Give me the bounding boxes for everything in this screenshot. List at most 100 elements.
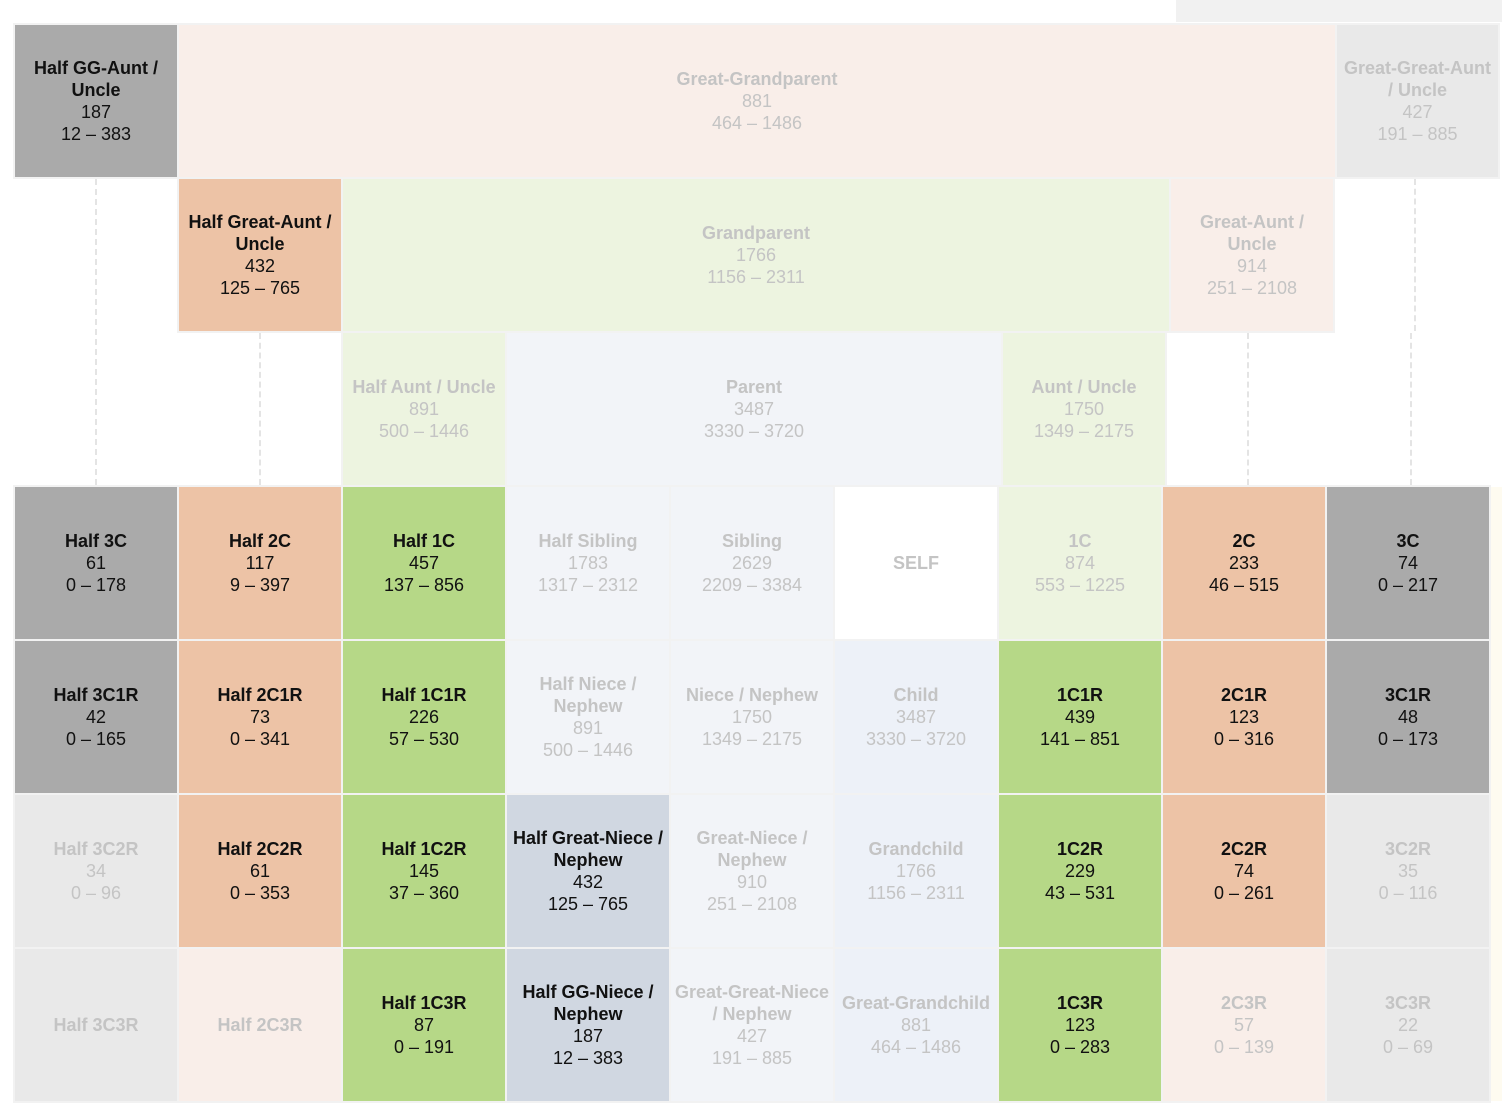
cell-half-aunt-uncle: Half Aunt / Uncle 891 500 – 1446	[341, 331, 507, 487]
cell-name: Half 1C3R	[381, 993, 467, 1013]
cell-sibling: Sibling 2629 2209 – 3384	[669, 485, 835, 641]
cell-range-cm: 0 – 96	[70, 883, 122, 903]
cell-great-great-aunt-uncle: Great-Great-Aunt / Uncle 427 191 – 885	[1335, 23, 1500, 179]
cell-range-cm: 0 – 69	[1382, 1037, 1434, 1057]
cell-average-cm: 123	[1228, 707, 1260, 727]
cell-range-cm: 0 – 353	[229, 883, 291, 903]
cell-range-cm: 37 – 360	[388, 883, 460, 903]
cell-3c: 3C 74 0 – 217	[1325, 485, 1491, 641]
cell-name: 2C1R	[1220, 685, 1268, 705]
cell-name: 1C3R	[1056, 993, 1104, 1013]
connector-line	[259, 333, 261, 485]
cell-name: Half GG-Niece / Nephew	[522, 982, 654, 1024]
cell-name: Half 2C	[228, 531, 291, 551]
right-edge-strip	[1491, 487, 1502, 1101]
cell-half-gg-niece-nephew: Half GG-Niece / Nephew 187 12 – 383	[505, 947, 671, 1103]
cell-name: Half Niece / Nephew	[539, 674, 637, 716]
cell-half-gg-aunt-uncle: Half GG-Aunt / Uncle 187 12 – 383	[13, 23, 179, 179]
cell-name: Aunt / Uncle	[1031, 377, 1137, 397]
cell-grandchild: Grandchild 1766 1156 – 2311	[833, 793, 999, 949]
cell-name: 1C1R	[1056, 685, 1104, 705]
cell-name: 2C	[1232, 531, 1256, 551]
cell-name: Half Great-Aunt / Uncle	[188, 212, 332, 254]
cell-average-cm: 22	[1397, 1015, 1419, 1035]
cell-name: Half 2C3R	[217, 1015, 303, 1035]
cell-range-cm: 3330 – 3720	[703, 421, 805, 441]
cell-range-cm: 125 – 765	[219, 278, 301, 298]
cell-great-great-niece-nephew: Great-Great-Niece / Nephew 427 191 – 885	[669, 947, 835, 1103]
connector-line	[95, 179, 97, 485]
cell-name: 3C1R	[1384, 685, 1432, 705]
cell-1c: 1C 874 553 – 1225	[997, 485, 1163, 641]
cell-average-cm: 3487	[733, 399, 775, 419]
cell-half-2c1r: Half 2C1R 73 0 – 341	[177, 639, 343, 795]
top-strip	[1176, 0, 1502, 22]
cell-range-cm: 125 – 765	[547, 894, 629, 914]
cell-1c1r: 1C1R 439 141 – 851	[997, 639, 1163, 795]
cell-range-cm: 0 – 173	[1377, 729, 1439, 749]
cell-range-cm: 0 – 116	[1378, 883, 1438, 903]
cell-average-cm: 35	[1397, 861, 1419, 881]
cell-average-cm: 1766	[735, 245, 777, 265]
cell-name: Great-Niece / Nephew	[696, 828, 808, 870]
cell-average-cm: 87	[413, 1015, 435, 1035]
cell-half-3c3r: Half 3C3R	[13, 947, 179, 1103]
cell-great-grandchild: Great-Grandchild 881 464 – 1486	[833, 947, 999, 1103]
cell-range-cm: 0 – 165	[65, 729, 127, 749]
cell-name: 3C2R	[1384, 839, 1432, 859]
cell-range-cm: 191 – 885	[1377, 124, 1458, 144]
cell-parent: Parent 3487 3330 – 3720	[505, 331, 1003, 487]
cell-half-2c: Half 2C 117 9 – 397	[177, 485, 343, 641]
cell-average-cm: 1766	[895, 861, 937, 881]
cell-average-cm: 34	[85, 861, 107, 881]
cell-2c: 2C 233 46 – 515	[1161, 485, 1327, 641]
cell-self: SELF	[833, 485, 999, 641]
cell-range-cm: 553 – 1225	[1034, 575, 1126, 595]
cell-name: Half Sibling	[538, 531, 638, 551]
cell-great-aunt-uncle: Great-Aunt / Uncle 914 251 – 2108	[1169, 177, 1335, 333]
cell-average-cm: 74	[1233, 861, 1255, 881]
cell-name: Great-Great-Niece / Nephew	[674, 982, 830, 1024]
cell-average-cm: 233	[1228, 553, 1260, 573]
cell-average-cm: 2629	[731, 553, 773, 573]
cell-range-cm: 1349 – 2175	[1033, 421, 1135, 441]
cell-range-cm: 500 – 1446	[378, 421, 470, 441]
cell-range-cm: 1317 – 2312	[537, 575, 639, 595]
cell-half-sibling: Half Sibling 1783 1317 – 2312	[505, 485, 671, 641]
cell-range-cm: 464 – 1486	[870, 1037, 962, 1057]
cell-name: 2C2R	[1220, 839, 1268, 859]
cell-1c2r: 1C2R 229 43 – 531	[997, 793, 1163, 949]
cell-name: Half 2C1R	[217, 685, 303, 705]
cell-half-3c2r: Half 3C2R 34 0 – 96	[13, 793, 179, 949]
cell-name: Child	[893, 685, 939, 705]
cell-aunt-uncle: Aunt / Uncle 1750 1349 – 2175	[1001, 331, 1167, 487]
cell-half-3c1r: Half 3C1R 42 0 – 165	[13, 639, 179, 795]
cell-name: 1C2R	[1056, 839, 1104, 859]
cell-half-3c: Half 3C 61 0 – 178	[13, 485, 179, 641]
cell-average-cm: 117	[245, 553, 275, 573]
cell-average-cm: 145	[408, 861, 440, 881]
connector-line	[1414, 179, 1416, 331]
cell-average-cm: 427	[736, 1026, 768, 1046]
cell-range-cm: 0 – 261	[1213, 883, 1275, 903]
cell-average-cm: 891	[572, 718, 604, 738]
cell-half-1c1r: Half 1C1R 226 57 – 530	[341, 639, 507, 795]
cell-average-cm: 187	[80, 102, 112, 122]
cell-range-cm: 0 – 341	[229, 729, 291, 749]
cell-2c3r: 2C3R 57 0 – 139	[1161, 947, 1327, 1103]
cell-average-cm: 48	[1397, 707, 1419, 727]
connector-line	[1247, 333, 1249, 485]
cell-range-cm: 1156 – 2311	[867, 883, 965, 903]
cell-name: Half 2C2R	[217, 839, 303, 859]
cell-name: 2C3R	[1220, 993, 1268, 1013]
cell-2c2r: 2C2R 74 0 – 261	[1161, 793, 1327, 949]
cell-range-cm: 191 – 885	[711, 1048, 793, 1068]
cell-name: Half 1C	[392, 531, 455, 551]
cell-average-cm: 881	[900, 1015, 932, 1035]
cell-range-cm: 251 – 2108	[1206, 278, 1298, 298]
cell-name: 3C	[1396, 531, 1420, 551]
cell-half-niece-nephew: Half Niece / Nephew 891 500 – 1446	[505, 639, 671, 795]
cell-name: Half 3C	[64, 531, 127, 551]
cell-average-cm: 427	[1402, 102, 1433, 122]
cell-name: Half 3C1R	[53, 685, 139, 705]
